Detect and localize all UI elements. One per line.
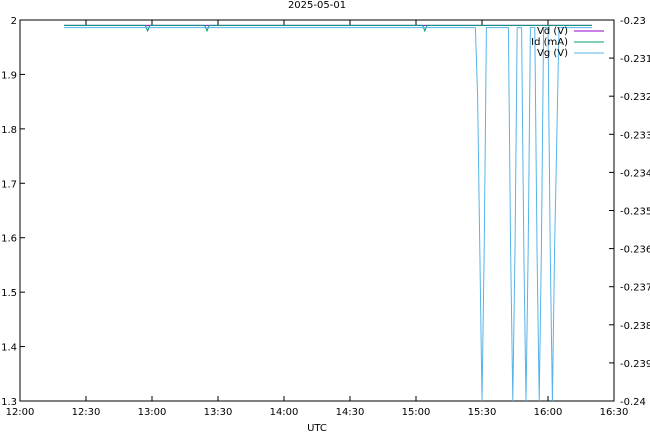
legend: Vd (V)Id (mA)Vg (V) (531, 26, 604, 59)
series-lines (64, 24, 592, 402)
y2-tick-label: -0.236 (620, 245, 650, 256)
y2-tick-label: -0.238 (620, 321, 650, 332)
legend-label: Vd (V) (537, 26, 568, 37)
x-tick-label: 12:30 (72, 407, 101, 418)
x-tick-label: 15:30 (468, 407, 497, 418)
y2-tick-label: -0.231 (620, 54, 650, 65)
y2-tick-label: -0.234 (620, 168, 650, 179)
y-tick-label: 1.3 (1, 397, 17, 408)
y2-tick-label: -0.235 (620, 207, 650, 218)
y2-tick-label: -0.237 (620, 283, 650, 294)
x-axis-label: UTC (307, 423, 327, 432)
y2-tick-label: -0.239 (620, 359, 650, 370)
y-tick-label: 1.5 (1, 288, 17, 299)
x-tick-label: 12:00 (6, 407, 35, 418)
y-tick-label: 1.7 (1, 179, 17, 190)
y2-tick-label: -0.23 (620, 16, 646, 27)
y-axis: 1.3 1.4 1.5 1.6 1.7 1.8 1.9 2 (1, 16, 25, 408)
x-tick-label: 14:30 (336, 407, 365, 418)
legend-label: Id (mA) (531, 37, 568, 48)
chart: 2025-05-01 UTC 12:00 12:30 13:00 13:30 14:00… (1, 0, 650, 432)
x-tick-label: 13:30 (204, 407, 233, 418)
y2-tick-label: -0.24 (620, 397, 646, 408)
x-tick-label: 16:30 (600, 407, 629, 418)
y2-tick-label: -0.232 (620, 92, 650, 103)
legend-label: Vg (V) (537, 48, 568, 59)
x-tick-label: 13:00 (138, 407, 167, 418)
y-tick-label: 1.9 (1, 70, 17, 81)
y-tick-label: 2 (11, 16, 17, 27)
x-tick-label: 14:00 (270, 407, 299, 418)
chart-title: 2025-05-01 (288, 0, 346, 11)
y2-tick-label: -0.233 (620, 130, 650, 141)
x-tick-label: 15:00 (402, 407, 431, 418)
y-tick-label: 1.4 (1, 343, 17, 354)
y-tick-label: 1.8 (1, 125, 17, 136)
y-tick-label: 1.6 (1, 234, 17, 245)
x-tick-label: 16:00 (534, 407, 563, 418)
series-line-1 (64, 24, 592, 33)
y2-axis: -0.24 -0.239 -0.238 -0.237 -0.236 -0.235 -0.23… (609, 16, 650, 408)
series-line-2 (64, 27, 592, 402)
